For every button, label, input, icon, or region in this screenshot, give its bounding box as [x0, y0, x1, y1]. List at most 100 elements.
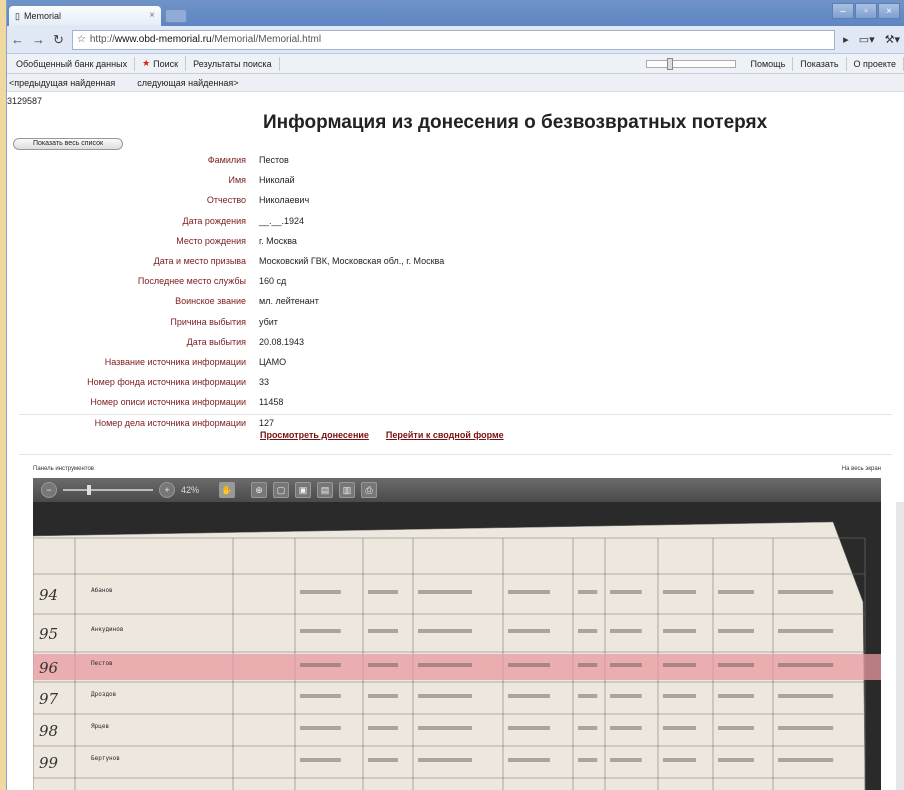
- document-scan: 94 Абанов 95 Анкудинов 96 Пестов 97 Дроздов 98 Яр…: [33, 521, 881, 790]
- print-icon[interactable]: ⎙: [361, 482, 378, 498]
- field-value: 20.08.1943: [259, 336, 305, 347]
- field-value: 127: [259, 417, 275, 428]
- next-result-link[interactable]: следующая найденная>: [137, 78, 238, 88]
- menu-item-show[interactable]: Показать: [793, 56, 847, 71]
- field-row: Отчество Николаевич: [7, 190, 444, 210]
- typed-text-smudge: [663, 758, 696, 762]
- field-row: Имя Николай: [7, 170, 444, 190]
- field-row: Дата рождения __.__.1924: [7, 211, 444, 231]
- field-row: Последнее место службы 160 сд: [7, 271, 444, 291]
- row-number: 97: [39, 690, 59, 708]
- tab-title: Memorial: [23, 11, 61, 21]
- row-surname: Пестов: [91, 660, 113, 667]
- zoom-out-icon[interactable]: −: [41, 482, 57, 498]
- maximize-icon[interactable]: ▫: [855, 3, 877, 19]
- menu-item-search-label: Поиск: [153, 58, 179, 69]
- back-icon[interactable]: ←: [11, 32, 24, 47]
- fit-width-icon[interactable]: ▣: [295, 482, 312, 498]
- field-value: Московский ГВК, Московская обл., г. Моск…: [259, 256, 445, 267]
- menu-item-search[interactable]: ★ Поиск: [135, 56, 187, 71]
- typed-text-smudge: [778, 726, 834, 730]
- page-icon: ▯: [15, 10, 20, 21]
- field-row: Дата и место призыва Московский ГВК, Моск…: [7, 251, 445, 271]
- prev-result-link[interactable]: <предыдущая найденная: [9, 78, 115, 88]
- typed-text-smudge: [368, 663, 398, 667]
- typed-text-smudge: [418, 629, 472, 633]
- field-row: Номер описи источника информации 11458: [7, 392, 444, 412]
- field-label: Отчество: [206, 195, 246, 206]
- typed-text-smudge: [578, 726, 598, 730]
- typed-text-smudge: [578, 629, 598, 633]
- site-menu: Обобщенный банк данных ★ Поиск Результаты…: [7, 54, 904, 74]
- menu-item-help[interactable]: Помощь: [744, 56, 794, 71]
- document-image[interactable]: 94 Абанов 95 Анкудинов 96 Пестов 97 Дроздов 98 Яр…: [33, 502, 881, 790]
- field-row: Воинское звание мл. лейтенант: [7, 291, 444, 311]
- typed-text-smudge: [778, 663, 834, 667]
- red-star-icon: ★: [142, 58, 151, 68]
- typed-text-smudge: [300, 590, 341, 594]
- typed-text-smudge: [578, 590, 598, 594]
- field-label: Причина выбытия: [170, 316, 246, 327]
- menu-item-about[interactable]: О проекте: [847, 56, 904, 71]
- close-icon[interactable]: ×: [149, 10, 155, 21]
- zoom-slider[interactable]: [63, 485, 153, 495]
- field-label: Воинское звание: [175, 296, 246, 307]
- hand-icon[interactable]: ✋: [219, 482, 236, 498]
- forward-icon[interactable]: →: [32, 32, 45, 47]
- browser-tab[interactable]: ▯ Memorial ×: [9, 6, 161, 26]
- row-surname: Ярцев: [91, 723, 109, 730]
- typed-text-smudge: [418, 726, 472, 730]
- divider: [19, 454, 892, 455]
- field-row: Место рождения г. Москва: [7, 231, 444, 251]
- view-report-link[interactable]: Просмотреть донесение: [260, 430, 369, 440]
- typed-text-smudge: [663, 726, 696, 730]
- field-label: Номер фонда источника информации: [87, 377, 246, 388]
- typed-text-smudge: [508, 726, 550, 730]
- record-fields: Фамилия Пестов Имя Николай Отчество Николае…: [7, 150, 444, 433]
- menu-item-results[interactable]: Результаты поиска: [186, 56, 280, 71]
- typed-text-smudge: [610, 758, 642, 762]
- show-all-button[interactable]: Показать весь список: [13, 138, 123, 150]
- viewer-scrollbar[interactable]: [896, 502, 904, 790]
- new-tab-button[interactable]: [165, 9, 187, 23]
- menu-item-bank[interactable]: Обобщенный банк данных: [9, 56, 136, 71]
- field-row: Причина выбытия убит: [7, 312, 444, 332]
- play-icon[interactable]: ▸: [843, 33, 849, 46]
- typed-text-smudge: [368, 726, 398, 730]
- typed-text-smudge: [610, 663, 642, 667]
- go-card-link[interactable]: Перейти к сводной форме: [386, 430, 504, 440]
- field-value: 11458: [259, 397, 284, 408]
- field-value: убит: [259, 316, 278, 327]
- url-domain: www.obd-memorial.ru: [114, 34, 212, 45]
- typed-text-smudge: [508, 694, 550, 698]
- typed-text-smudge: [418, 663, 472, 667]
- magnifier-icon[interactable]: ⊕: [251, 482, 268, 498]
- close-window-icon[interactable]: ×: [878, 3, 900, 19]
- typed-text-smudge: [368, 590, 398, 594]
- field-label: Номер описи источника информации: [90, 397, 246, 408]
- typed-text-smudge: [663, 590, 696, 594]
- reload-icon[interactable]: ↻: [53, 32, 64, 48]
- page-menu-icon[interactable]: ▭▾: [859, 33, 875, 46]
- star-icon[interactable]: ☆: [77, 34, 86, 45]
- font-size-slider[interactable]: [645, 57, 736, 70]
- url-input[interactable]: ☆ http://www.obd-memorial.ru/Memorial/Me…: [71, 29, 836, 50]
- typed-text-smudge: [778, 694, 834, 698]
- typed-text-smudge: [778, 590, 834, 594]
- fit-page-icon[interactable]: ▢: [273, 482, 290, 498]
- zoom-in-icon[interactable]: +: [159, 482, 175, 498]
- typed-text-smudge: [718, 758, 754, 762]
- typed-text-smudge: [578, 758, 598, 762]
- typed-text-smudge: [418, 590, 472, 594]
- row-number: 99: [39, 754, 59, 772]
- field-value: Николаевич: [259, 195, 310, 206]
- actual-size-icon[interactable]: ▥: [339, 482, 356, 498]
- row-surname: Абанов: [91, 587, 113, 594]
- wrench-icon[interactable]: ⚒▾: [885, 33, 900, 46]
- fit-height-icon[interactable]: ▤: [317, 482, 334, 498]
- row-number: 94: [39, 586, 58, 604]
- typed-text-smudge: [508, 590, 550, 594]
- minimize-icon[interactable]: –: [832, 3, 854, 19]
- field-value: 33: [259, 377, 270, 388]
- field-value: __.__.1924: [259, 215, 305, 226]
